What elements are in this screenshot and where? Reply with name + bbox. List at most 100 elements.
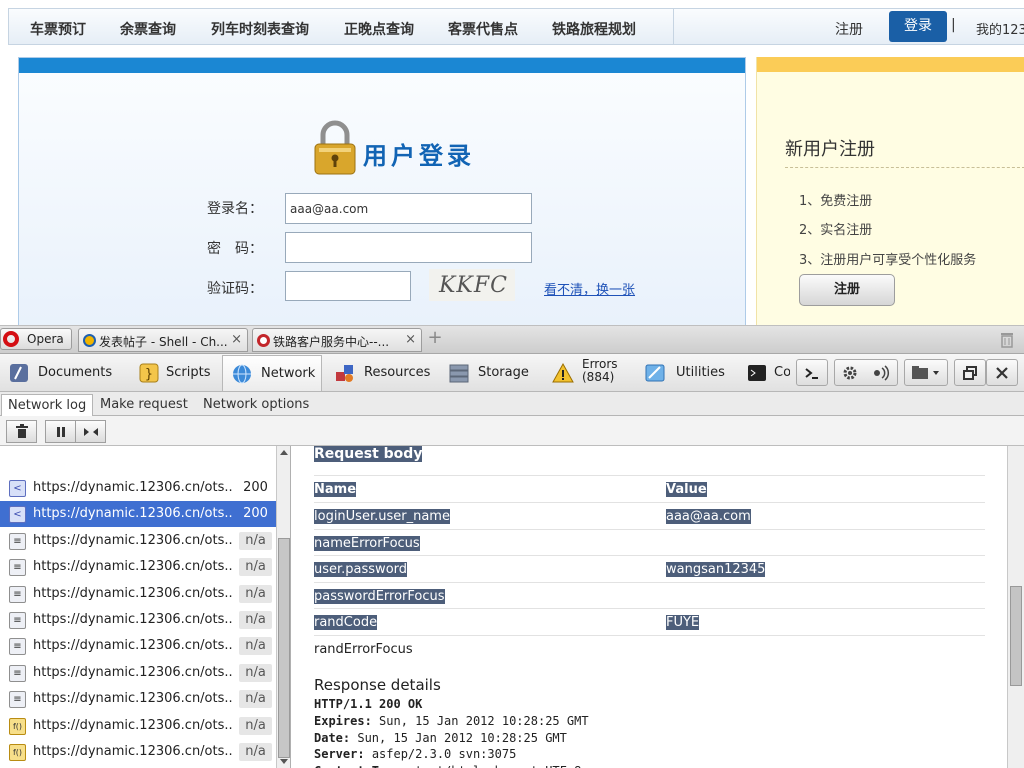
storage-icon (449, 364, 469, 383)
response-header-value: asfep/2.3.0 svn:3075 (371, 747, 517, 761)
nav-remaining-tickets[interactable]: 余票查询 (120, 19, 176, 39)
devtools-tab-errors[interactable]: Errors (884) (546, 355, 640, 391)
devtools-tab-resources[interactable]: Resources (326, 355, 436, 391)
browser-tab-active[interactable]: 铁路客户服务中心--... × (252, 328, 422, 352)
tab-network-log[interactable]: Network log (1, 394, 94, 417)
captcha-input[interactable] (285, 271, 411, 301)
request-row[interactable]: ≡ https://dynamic.12306.cn/ots... n/a (0, 607, 276, 633)
dock-mode-dropdown[interactable] (904, 359, 948, 386)
request-row[interactable]: f() https://dynamic.12306.cn/ots... n/a (0, 713, 276, 739)
nav-agency[interactable]: 客票代售点 (448, 19, 518, 39)
console-icon (748, 365, 766, 381)
devtools-tab-label: Resources (364, 365, 431, 380)
request-row[interactable]: ≡ https://dynamic.12306.cn/ots... n/a (0, 686, 276, 712)
response-header-key: Content-Type: (314, 764, 408, 768)
username-input[interactable] (285, 193, 532, 224)
register-link[interactable]: 注册 (835, 19, 863, 39)
details-scrollbar[interactable] (1007, 446, 1024, 768)
scroll-down-arrow-icon[interactable] (279, 756, 289, 766)
register-benefit: 3、注册用户可享受个性化服务 (799, 253, 977, 268)
request-url: https://dynamic.12306.cn/ots... (33, 638, 233, 654)
login-panel: 用户登录 登录名： 密 码： 验证码： KKFC 看不清，换一张 (18, 57, 746, 325)
command-line-button[interactable] (796, 359, 828, 386)
svg-text:}: } (145, 367, 153, 382)
opera-menu-button[interactable]: Opera (0, 328, 72, 350)
close-icon (996, 367, 1008, 379)
request-url: https://dynamic.12306.cn/ots... (33, 612, 233, 627)
devtools-tab-documents[interactable]: Documents (0, 355, 130, 391)
folder-dropdown-icon (912, 366, 939, 379)
response-header: Content-Type: text/html;charset=UTF-8 (314, 764, 581, 768)
document-icon: ≡ (9, 612, 26, 629)
request-status: n/a (239, 663, 272, 682)
password-input[interactable] (285, 232, 532, 263)
nav-timetable[interactable]: 列车时刻表查询 (211, 19, 309, 39)
request-row[interactable]: ≡ https://dynamic.12306.cn/ots... n/a (0, 633, 276, 659)
nav-ticket-booking[interactable]: 车票预订 (30, 19, 86, 39)
response-header: Expires: Sun, 15 Jan 2012 10:28:25 GMT (314, 714, 589, 728)
tab-network-options[interactable]: Network options (197, 394, 315, 417)
request-details: Request body Name Value loginUser.user_n… (291, 446, 1007, 768)
request-row[interactable]: ≡ https://dynamic.12306.cn/ots... n/a (0, 554, 276, 580)
devtools-tab-scripts[interactable]: } Scripts (132, 355, 220, 391)
remote-debug-icon[interactable] (873, 365, 891, 381)
request-row[interactable]: ≡ https://dynamic.12306.cn/ots... n/a (0, 581, 276, 607)
devtools-tab-console[interactable]: Co (740, 355, 790, 391)
request-body-header-row: Name Value (314, 475, 985, 501)
request-list-scroll-thumb[interactable] (278, 538, 290, 758)
request-status: n/a (239, 584, 272, 603)
request-list-scrollbar[interactable] (276, 446, 291, 768)
xhr-icon: < (9, 506, 26, 524)
username-label: 登录名： (207, 201, 263, 217)
browser-tab[interactable]: 发表帖子 - Shell - Ch... × (78, 328, 248, 352)
railway-favicon-icon (257, 334, 270, 347)
network-toolbar (0, 416, 1024, 446)
request-body-heading: Request body (314, 446, 423, 462)
scroll-up-arrow-icon[interactable] (279, 448, 289, 458)
register-panel-header-bar (757, 57, 1024, 72)
nav-delay-query[interactable]: 正晚点查询 (344, 19, 414, 39)
devtools-toolbar: Documents } Scripts Network Resources St… (0, 354, 1024, 392)
request-row[interactable]: ≡ https://dynamic.12306.cn/ots... n/a (0, 660, 276, 686)
script-icon: f() (9, 717, 26, 735)
document-icon: ≡ (9, 638, 26, 656)
opera-menu-label: Opera (27, 332, 64, 346)
close-tab-icon[interactable]: × (231, 332, 242, 347)
collapse-details-button[interactable] (75, 420, 106, 443)
register-benefit: 1、免费注册 (799, 194, 873, 209)
login-button[interactable]: 登录 (889, 11, 947, 42)
captcha-image[interactable]: KKFC (429, 269, 515, 301)
register-divider (785, 167, 1024, 168)
request-status: n/a (239, 611, 272, 629)
scripts-icon: } (139, 363, 159, 383)
request-row[interactable]: < https://dynamic.12306.cn/ots... 200 (0, 475, 276, 501)
devtools-tab-network[interactable]: Network (222, 355, 322, 391)
resources-icon (336, 365, 353, 382)
tab-make-request[interactable]: Make request (94, 394, 194, 417)
request-row[interactable]: f() https://dynamic.12306.cn/ots... n/a (0, 739, 276, 765)
request-row[interactable]: ≡ https://dynamic.12306.cn/ots... n/a (0, 528, 276, 554)
close-devtools-button[interactable] (986, 359, 1018, 386)
clear-log-button[interactable] (6, 420, 37, 443)
new-tab-button[interactable]: + (426, 329, 444, 348)
register-button[interactable]: 注册 (799, 274, 895, 306)
close-tab-icon[interactable]: × (405, 332, 416, 347)
closed-tabs-trash-icon[interactable] (998, 330, 1016, 348)
my-account-link[interactable]: 我的123 (976, 19, 1024, 38)
request-row[interactable]: < https://dynamic.12306.cn/ots... 200 (0, 501, 276, 528)
nav-trip-planner[interactable]: 铁路旅程规划 (552, 19, 636, 39)
captcha-text: KKFC (439, 273, 508, 298)
devtools-tab-utilities[interactable]: Utilities (640, 355, 736, 391)
refresh-captcha-link[interactable]: 看不清，换一张 (544, 279, 635, 298)
pause-button[interactable] (45, 420, 76, 443)
browser-tab-title: 铁路客户服务中心--... (273, 335, 390, 349)
gear-icon[interactable] (842, 365, 858, 381)
prompt-icon (805, 368, 818, 379)
request-url: https://dynamic.12306.cn/ots... (33, 506, 233, 522)
devtools-tab-storage[interactable]: Storage (440, 355, 540, 391)
script-icon: f() (9, 744, 26, 761)
web-page: 车票预订 余票查询 列车时刻表查询 正晚点查询 客票代售点 铁路旅程规划 注册 … (0, 0, 1024, 325)
details-scroll-thumb[interactable] (1010, 586, 1022, 686)
detach-window-button[interactable] (954, 359, 986, 386)
request-url: https://dynamic.12306.cn/ots... (33, 717, 233, 733)
